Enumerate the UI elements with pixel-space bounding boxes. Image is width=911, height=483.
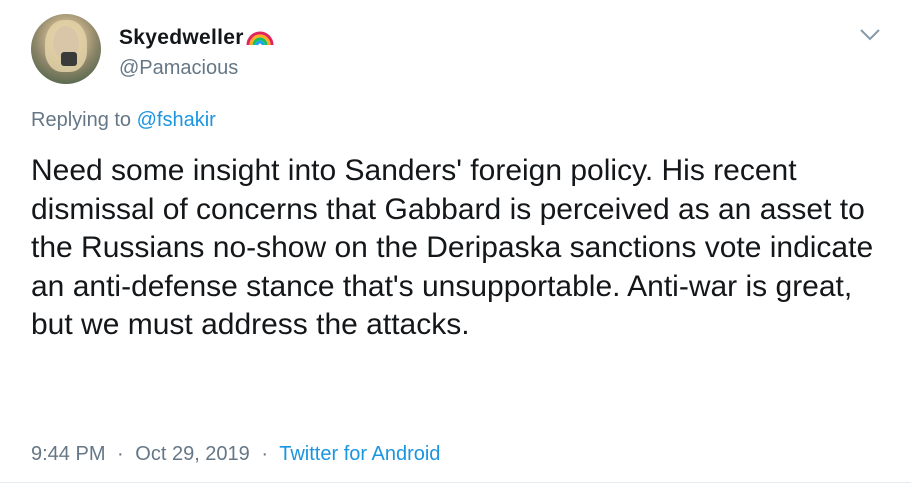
meta-separator: · xyxy=(261,443,269,465)
tweet-meta: 9:44 PM · Oct 29, 2019 · Twitter for And… xyxy=(31,443,440,466)
display-name-text: Skyedweller xyxy=(119,26,244,49)
meta-separator: · xyxy=(117,443,124,465)
tweet-source-link[interactable]: Twitter for Android xyxy=(279,443,440,465)
replying-prefix: Replying to xyxy=(31,109,132,131)
tweet-text: Need some insight into Sanders' foreign … xyxy=(31,154,874,341)
display-name[interactable]: Skyedweller xyxy=(119,26,274,50)
tweet-time[interactable]: 9:44 PM xyxy=(31,443,105,465)
user-handle[interactable]: @Pamacious xyxy=(119,57,238,80)
avatar[interactable] xyxy=(31,14,101,84)
avatar-phone xyxy=(61,52,77,66)
rainbow-emoji-icon xyxy=(246,31,274,46)
chevron-down-icon[interactable] xyxy=(859,28,881,42)
replying-to-line: Replying to @fshakir xyxy=(31,109,216,132)
tweet-card[interactable]: Skyedweller @Pamacious Replying to @fsha… xyxy=(0,0,911,483)
tweet-date[interactable]: Oct 29, 2019 xyxy=(135,443,250,465)
replying-mention-link[interactable]: @fshakir xyxy=(137,109,216,131)
